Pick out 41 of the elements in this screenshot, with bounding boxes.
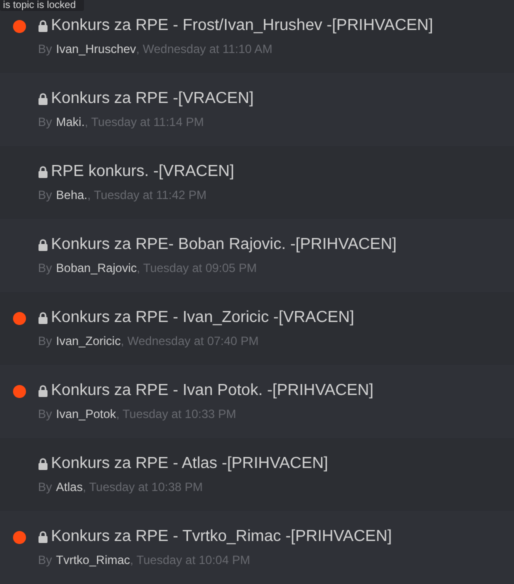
post-date: , Wednesday at 07:40 PM <box>120 333 259 350</box>
by-label: By <box>38 260 52 277</box>
lock-icon <box>38 239 48 251</box>
topic-title-link[interactable]: RPE konkurs. -[VRACEN] <box>51 161 234 183</box>
author-link[interactable]: Boban_Rajovic <box>56 259 137 277</box>
author-link[interactable]: Ivan_Hruschev <box>56 40 136 58</box>
author-link[interactable]: Ivan_Zoricic <box>56 332 121 350</box>
lock-icon <box>38 93 48 105</box>
by-label: By <box>38 552 52 569</box>
lock-icon <box>38 166 48 178</box>
by-label: By <box>38 187 52 204</box>
topic-title-link[interactable]: Konkurs za RPE - Tvrtko_Rimac -[PRIHVACEN] <box>51 526 392 548</box>
author-link[interactable]: Beha. <box>56 186 88 204</box>
by-label: By <box>38 41 52 58</box>
by-label: By <box>38 333 52 350</box>
author-link[interactable]: Maki. <box>56 113 85 131</box>
lock-icon <box>38 458 48 470</box>
by-label: By <box>38 479 52 496</box>
topic-title-link[interactable]: Konkurs za RPE- Boban Rajovic. -[PRIHVACEN] <box>51 234 397 256</box>
post-date: , Tuesday at 10:04 PM <box>130 552 250 569</box>
by-label: By <box>38 114 52 131</box>
post-date: , Tuesday at 11:42 PM <box>87 187 207 204</box>
lock-icon <box>38 531 48 543</box>
lock-icon <box>38 20 48 32</box>
post-date: , Wednesday at 11:10 AM <box>136 41 272 58</box>
topic-title-link[interactable]: Konkurs za RPE -[VRACEN] <box>51 88 254 110</box>
lock-icon <box>38 312 48 324</box>
topic-title-link[interactable]: Konkurs za RPE - Atlas -[PRIHVACEN] <box>51 453 328 475</box>
post-date: , Tuesday at 10:38 PM <box>82 479 203 496</box>
tooltip: is topic is locked <box>0 0 84 11</box>
post-date: , Tuesday at 10:33 PM <box>116 406 236 423</box>
topic-title-link[interactable]: Konkurs za RPE - Frost/Ivan_Hrushev -[PRIHVACEN] <box>51 15 434 37</box>
topic-title-link[interactable]: Konkurs za RPE - Ivan Potok. -[PRIHVACEN] <box>51 380 374 402</box>
post-date: , Tuesday at 09:05 PM <box>136 260 257 277</box>
post-date: , Tuesday at 11:14 PM <box>84 114 204 131</box>
by-label: By <box>38 406 52 423</box>
author-link[interactable]: Ivan_Potok <box>56 405 116 423</box>
lock-icon <box>38 385 48 397</box>
author-link[interactable]: Atlas <box>56 478 83 496</box>
topic-title-link[interactable]: Konkurs za RPE - Ivan_Zoricic -[VRACEN] <box>51 307 354 329</box>
author-link[interactable]: Tvrtko_Rimac <box>56 551 130 569</box>
